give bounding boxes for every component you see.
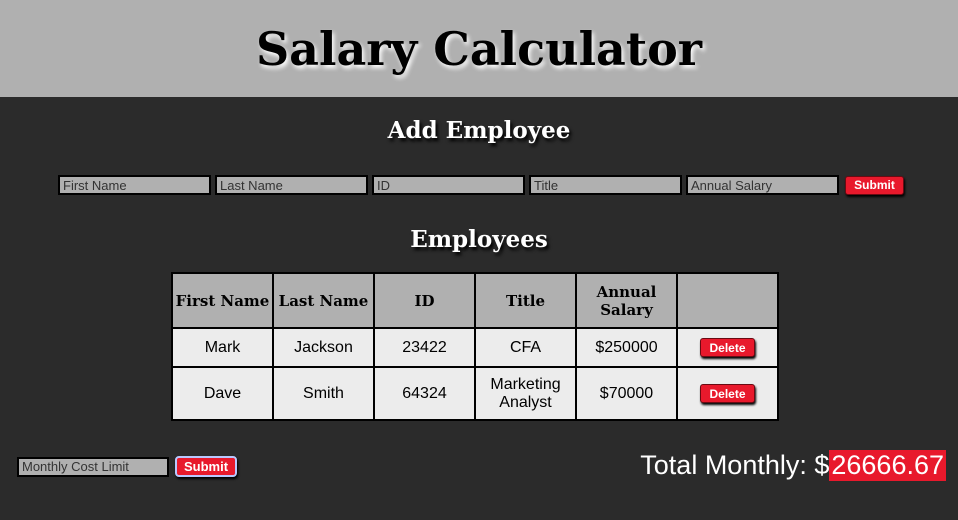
annual-salary-input[interactable] — [686, 175, 839, 195]
page-title: Salary Calculator — [255, 21, 703, 76]
cell-id: 64324 — [373, 366, 476, 421]
cell-last-name: Smith — [272, 366, 375, 421]
column-header-title: Title — [474, 272, 577, 329]
add-employee-heading: Add Employee — [387, 117, 571, 144]
monthly-cost-limit-input[interactable] — [17, 456, 169, 477]
cell-actions: Delete — [676, 327, 779, 368]
title-input[interactable] — [529, 175, 682, 195]
cost-limit-submit-button[interactable]: Submit — [175, 456, 237, 477]
cell-title: Marketing Analyst — [474, 366, 577, 421]
total-monthly-label: Total Monthly: $ — [640, 450, 830, 480]
first-name-input[interactable] — [58, 175, 211, 195]
cell-annual-salary: $250000 — [575, 327, 678, 368]
cell-actions: Delete — [676, 366, 779, 421]
total-monthly-value: 26666.67 — [829, 450, 946, 481]
column-header-annual-salary: Annual Salary — [575, 272, 678, 329]
cell-first-name: Dave — [171, 366, 274, 421]
cell-id: 23422 — [373, 327, 476, 368]
cost-limit-form: Submit — [17, 456, 237, 477]
column-header-id: ID — [373, 272, 476, 329]
last-name-input[interactable] — [215, 175, 368, 195]
cell-last-name: Jackson — [272, 327, 375, 368]
column-header-last-name: Last Name — [272, 272, 375, 329]
table-header-row: First Name Last Name ID Title Annual Sal… — [171, 272, 779, 329]
add-employee-submit-button[interactable]: Submit — [845, 175, 904, 195]
table-row: Dave Smith 64324 Marketing Analyst $7000… — [171, 366, 779, 421]
id-input[interactable] — [372, 175, 525, 195]
employees-heading: Employees — [410, 226, 548, 253]
employees-table: First Name Last Name ID Title Annual Sal… — [171, 272, 779, 421]
add-employee-form: Submit — [58, 175, 904, 195]
cell-title: CFA — [474, 327, 577, 368]
column-header-actions — [676, 272, 779, 329]
delete-button[interactable]: Delete — [700, 338, 755, 357]
total-monthly: Total Monthly: $26666.67 — [640, 450, 946, 481]
column-header-first-name: First Name — [171, 272, 274, 329]
delete-button[interactable]: Delete — [700, 384, 755, 403]
cell-annual-salary: $70000 — [575, 366, 678, 421]
cell-first-name: Mark — [171, 327, 274, 368]
app-header: Salary Calculator — [0, 0, 958, 97]
table-row: Mark Jackson 23422 CFA $250000 Delete — [171, 327, 779, 368]
